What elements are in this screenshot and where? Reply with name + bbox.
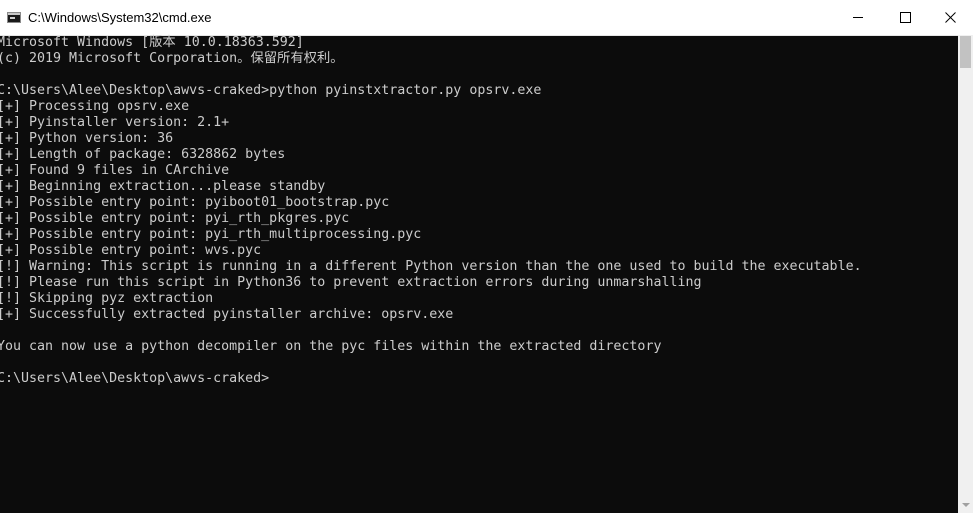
console-line: C:\Users\Alee\Desktop\awvs-craked>python…: [0, 83, 542, 98]
minimize-button[interactable]: [835, 0, 881, 35]
close-icon: [945, 12, 956, 23]
console-line: [+] Possible entry point: pyi_rth_pkgres…: [0, 211, 350, 226]
console-line: [+] Found 9 files in CArchive: [0, 163, 230, 178]
console-output[interactable]: Microsoft Windows [版本 10.0.18363.592] (c…: [0, 34, 958, 513]
console-line: [!] Warning: This script is running in a…: [0, 259, 862, 274]
close-button[interactable]: [927, 0, 973, 35]
window-title: C:\Windows\System32\cmd.exe: [28, 10, 212, 25]
console-line: [+] Length of package: 6328862 bytes: [0, 147, 286, 162]
console-line: [+] Possible entry point: pyiboot01_boot…: [0, 195, 390, 210]
cmd-icon[interactable]: [7, 12, 21, 23]
console-prompt[interactable]: C:\Users\Alee\Desktop\awvs-craked>: [0, 371, 862, 387]
console-line: [+] Possible entry point: wvs.pyc: [0, 243, 262, 258]
console-line: [+] Pyinstaller version: 2.1+: [0, 115, 230, 130]
vertical-scrollbar[interactable]: [958, 35, 973, 513]
console-lines: Microsoft Windows [版本 10.0.18363.592] (c…: [0, 35, 862, 387]
maximize-button[interactable]: [882, 0, 928, 35]
console-line: (c) 2019 Microsoft Corporation。保留所有权利。: [0, 51, 344, 66]
scroll-down-arrow-icon[interactable]: [958, 498, 973, 513]
console-line: You can now use a python decompiler on t…: [0, 339, 662, 354]
maximize-icon: [900, 12, 911, 23]
scrollbar-thumb[interactable]: [960, 36, 971, 68]
console-line: [+] Beginning extraction...please standb…: [0, 179, 326, 194]
cmd-window: C:\Windows\System32\cmd.exe Microsoft Wi…: [0, 0, 973, 513]
console-line: [+] Processing opsrv.exe: [0, 99, 190, 114]
title-bar[interactable]: C:\Windows\System32\cmd.exe: [0, 0, 973, 36]
console-line: Microsoft Windows [版本 10.0.18363.592]: [0, 35, 304, 50]
console-line: [!] Please run this script in Python36 t…: [0, 275, 702, 290]
console-line: [!] Skipping pyz extraction: [0, 291, 214, 306]
console-line: [+] Successfully extracted pyinstaller a…: [0, 307, 454, 322]
minimize-icon: [853, 17, 863, 18]
console-line: [+] Possible entry point: pyi_rth_multip…: [0, 227, 422, 242]
console-line: [+] Python version: 36: [0, 131, 174, 146]
